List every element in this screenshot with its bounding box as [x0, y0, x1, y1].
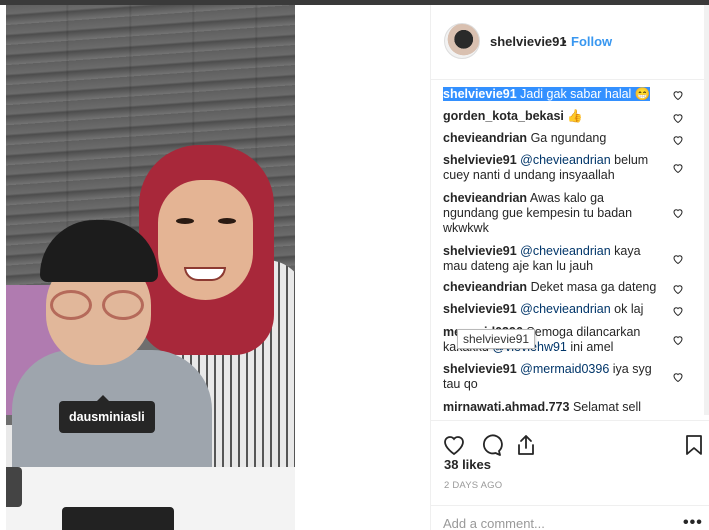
comment-text: 👍	[567, 109, 583, 123]
comment-text-line: ini amel	[570, 340, 614, 354]
add-comment-section: •••	[431, 505, 709, 530]
comment-mention[interactable]: @chevieandrian	[520, 153, 611, 167]
heart-icon[interactable]	[672, 371, 684, 383]
post-side-panel: shelvievie91 • Follow shelvievie91 Jadi …	[430, 5, 709, 530]
comment-text-line: mau dateng aje kan lu jauh	[443, 259, 594, 273]
action-bar	[431, 420, 709, 460]
heart-icon[interactable]	[672, 162, 684, 174]
list-item: shelvievie91 @chevieandrian ok laj	[443, 302, 673, 317]
list-item: chevieandrian Ga ngundang	[443, 131, 673, 146]
photo-eye	[176, 218, 194, 224]
list-item: mirnawati.ahmad.773 Selamat sell	[443, 400, 673, 415]
comment-username[interactable]: shelvievie91	[443, 362, 517, 376]
comment-username[interactable]: shelvievie91	[443, 153, 517, 167]
photo-phone	[62, 507, 174, 530]
comment-text-line: ngundang gue kempesin tu badan	[443, 206, 633, 220]
comment-text: Awas kalo ga	[529, 191, 604, 205]
list-item: shelvievie91 @mermaid0396 iya syg tau qo	[443, 362, 673, 392]
heart-icon[interactable]	[672, 334, 684, 346]
comment-text-line: wkwkwk	[443, 221, 489, 235]
post-timestamp: 2 DAYS AGO	[444, 480, 503, 491]
photo-glasses	[50, 290, 150, 322]
photo-user-tag[interactable]: dausminiasli	[59, 395, 155, 433]
comment-text: Selamat sell	[572, 400, 642, 414]
heart-icon[interactable]	[672, 253, 684, 265]
comment-username[interactable]: chevieandrian	[443, 131, 527, 145]
list-item: shelvievie91 Jadi gak sabar halal 😁	[443, 87, 673, 102]
comment-text-line: cuey nanti d undang insyaallah	[443, 168, 615, 182]
follow-button[interactable]: Follow	[571, 34, 612, 49]
comment-text: Deket masa ga dateng	[530, 280, 657, 294]
comment-text: iya syg	[612, 362, 652, 376]
comment-mention[interactable]: @mermaid0396	[520, 362, 609, 376]
username-tooltip: shelvievie91	[457, 329, 536, 349]
likes-count[interactable]: 38 likes	[444, 457, 491, 472]
share-icon[interactable]	[514, 433, 538, 457]
comment-list[interactable]: shelvievie91 Jadi gak sabar halal 😁 gord…	[443, 87, 698, 417]
comment-mention[interactable]: @chevieandrian	[520, 302, 611, 316]
photo-phone-edge	[6, 467, 22, 507]
comment-text: Ga ngundang	[530, 131, 607, 145]
comment-username[interactable]: gorden_kota_bekasi	[443, 109, 564, 123]
comment-mention[interactable]: @chevieandrian	[520, 244, 611, 258]
photo-eye	[218, 218, 236, 224]
post-header: shelvievie91 • Follow	[431, 5, 709, 80]
comment-scrollbar[interactable]	[704, 5, 709, 415]
comment-username[interactable]: chevieandrian	[443, 280, 527, 294]
comment-text: ok laj	[614, 302, 644, 316]
comment-text: kaya	[614, 244, 641, 258]
comment-text: Semoga dilancarkan	[526, 325, 641, 339]
post-photo[interactable]	[6, 5, 295, 467]
comment-input[interactable]	[443, 514, 663, 530]
photo-woman-face	[158, 180, 253, 300]
comment-text: Jadi gak sabar halal 😁	[520, 87, 651, 101]
photo-lower-area	[6, 467, 295, 530]
comment-username[interactable]: chevieandrian	[443, 191, 527, 205]
comment-username[interactable]: shelvievie91	[443, 244, 517, 258]
heart-icon[interactable]	[672, 305, 684, 317]
heart-icon[interactable]	[672, 112, 684, 124]
comment-icon[interactable]	[479, 433, 503, 457]
avatar[interactable]	[444, 23, 480, 59]
heart-icon[interactable]	[672, 134, 684, 146]
comment-username[interactable]: shelvievie91	[443, 302, 517, 316]
heart-icon[interactable]	[672, 89, 684, 101]
heart-icon[interactable]	[672, 283, 684, 295]
list-item: chevieandrian Deket masa ga dateng	[443, 280, 673, 295]
list-item: gorden_kota_bekasi 👍	[443, 109, 673, 124]
post-username[interactable]: shelvievie91	[490, 34, 567, 49]
comment-username[interactable]: mirnawati.ahmad.773	[443, 400, 569, 414]
more-options-icon[interactable]: •••	[683, 514, 703, 530]
list-item: shelvievie91 @chevieandrian kaya mau dat…	[443, 244, 673, 274]
heart-icon[interactable]	[672, 207, 684, 219]
comment-username[interactable]: shelvievie91	[443, 87, 517, 101]
list-item: chevieandrian Awas kalo ga ngundang gue …	[443, 191, 673, 236]
bookmark-icon[interactable]	[682, 433, 706, 457]
comment-text: belum	[614, 153, 649, 167]
list-item: shelvievie91 @chevieandrian belum cuey n…	[443, 153, 673, 183]
heart-icon[interactable]	[442, 433, 466, 457]
separator-dot: •	[562, 34, 567, 49]
comment-text-line: tau qo	[443, 377, 478, 391]
